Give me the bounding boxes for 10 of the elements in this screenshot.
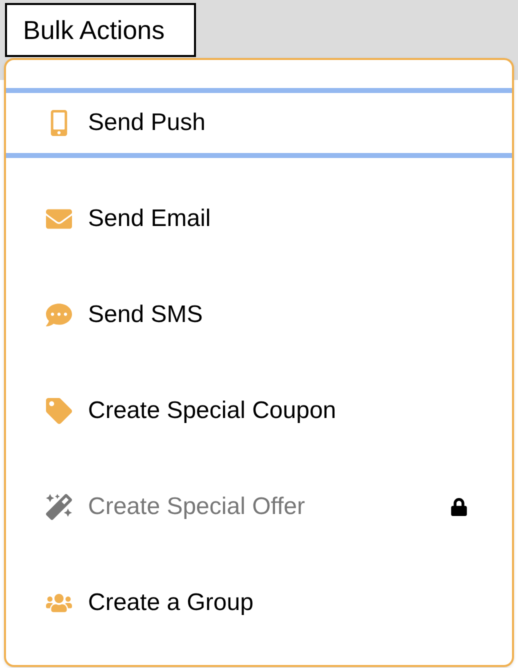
menu-item[interactable]: Create a Group (6, 568, 512, 638)
magic-wand-icon (46, 494, 72, 520)
lock-icon (450, 498, 468, 516)
bulk-actions-button[interactable]: Bulk Actions (5, 3, 196, 57)
menu-item[interactable]: Send Push (6, 88, 512, 158)
tag-icon (46, 398, 72, 424)
chat-bubble-icon (46, 302, 72, 328)
menu-item[interactable]: Send SMS (6, 280, 512, 350)
menu-item[interactable]: Create Special Coupon (6, 376, 512, 446)
menu-item[interactable]: Send Email (6, 184, 512, 254)
